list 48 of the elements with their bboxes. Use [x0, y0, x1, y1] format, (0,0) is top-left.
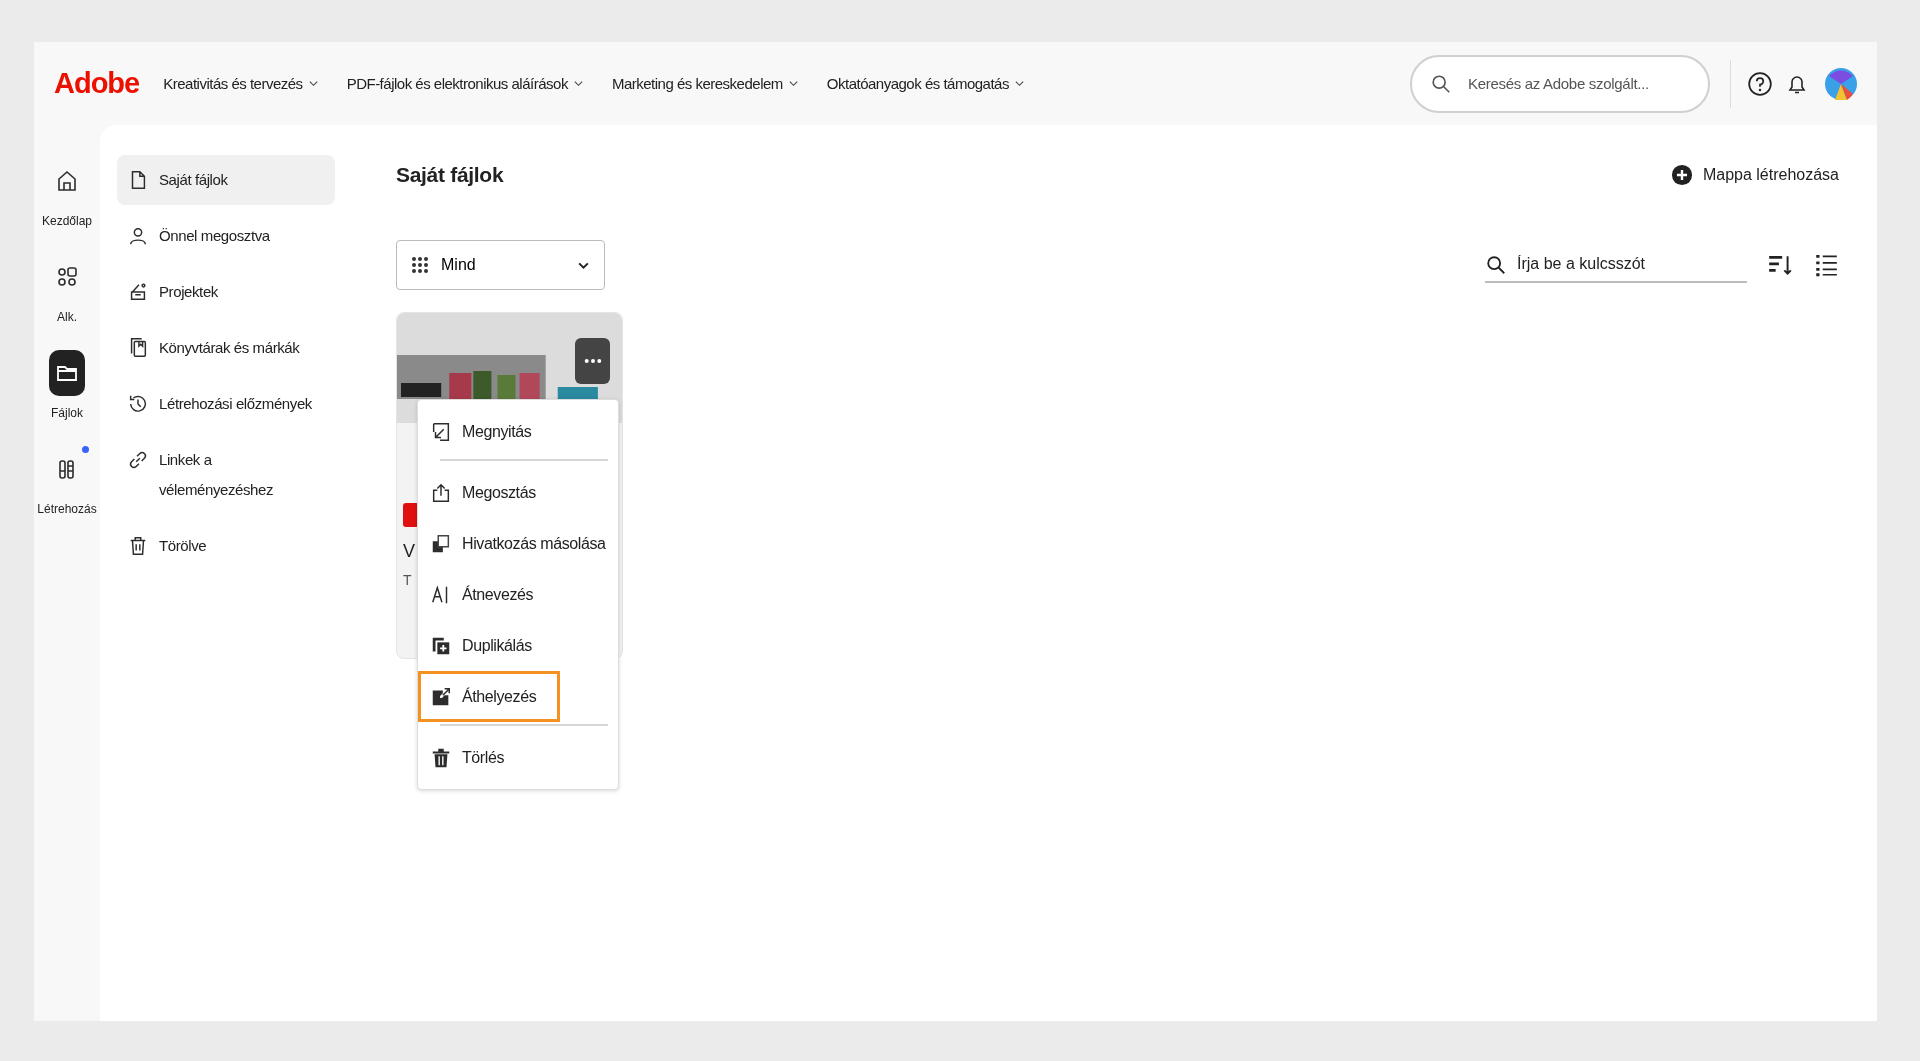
file-name: V	[403, 541, 415, 562]
chevron-icon	[307, 78, 319, 89]
move-icon	[430, 685, 452, 708]
people-icon	[127, 225, 149, 247]
chevron-icon	[1013, 78, 1025, 89]
rail-label: Fájlok	[51, 406, 83, 420]
more-options-button[interactable]	[575, 338, 610, 384]
search-icon	[1485, 254, 1507, 276]
chevron-icon	[787, 78, 799, 89]
create-folder-button[interactable]: Mappa létrehozása	[1670, 164, 1839, 186]
open-icon	[430, 420, 452, 443]
sidebar-item[interactable]: Saját fájlok	[117, 155, 335, 205]
rail-label: Kezdőlap	[41, 214, 92, 228]
sidebar-item[interactable]: Linkek a véleményezéshez	[117, 435, 335, 515]
nav-menu[interactable]: Oktatóanyagok és támogatás	[826, 75, 1025, 92]
trash-icon	[430, 746, 452, 769]
apps-icon	[55, 265, 79, 289]
sidebar-item[interactable]: Törölve	[117, 521, 335, 571]
list-view-icon[interactable]	[1813, 252, 1839, 278]
keyword-search-field[interactable]: Írja be a kulcsszót	[1485, 247, 1747, 283]
share-icon	[430, 481, 452, 504]
nav-menu[interactable]: Marketing és kereskedelem	[611, 75, 799, 92]
adobe-logo[interactable]: Adobe	[54, 67, 140, 100]
rail-button[interactable]	[49, 350, 85, 396]
sidebar-item[interactable]: Létrehozási előzmények	[117, 379, 335, 429]
rail-label: Létrehozás	[37, 502, 97, 516]
home-icon	[55, 169, 79, 193]
history-icon	[127, 393, 149, 415]
sidebar-item[interactable]: Projektek	[117, 267, 335, 317]
copy-link-icon	[430, 532, 452, 555]
menu-item[interactable]: Áthelyezés	[418, 671, 560, 722]
rail-label: Alk.	[57, 310, 77, 324]
help-icon[interactable]	[1747, 70, 1773, 97]
nav-menu[interactable]: Kreativitás és tervezés	[163, 75, 319, 92]
chevron-icon	[572, 78, 584, 89]
link-icon	[127, 449, 149, 471]
ellipsis-icon	[583, 358, 602, 364]
sidebar-item[interactable]: Könyvtárak és márkák	[117, 323, 335, 373]
sidebar-item[interactable]: Önnel megosztva	[117, 211, 335, 261]
menu-item[interactable]: Hivatkozás másolása	[418, 518, 608, 569]
page-title: Saját fájlok	[396, 163, 504, 187]
file-details: T	[403, 572, 412, 588]
nav-menu[interactable]: PDF-fájlok és elektronikus aláírások	[346, 75, 584, 92]
search-field[interactable]: Keresés az Adobe szolgált...	[1410, 54, 1710, 113]
grid-icon	[411, 256, 429, 274]
plus-circle-icon	[1670, 164, 1693, 186]
avatar[interactable]	[1825, 67, 1857, 100]
filter-dropdown[interactable]: Mind	[396, 240, 605, 290]
